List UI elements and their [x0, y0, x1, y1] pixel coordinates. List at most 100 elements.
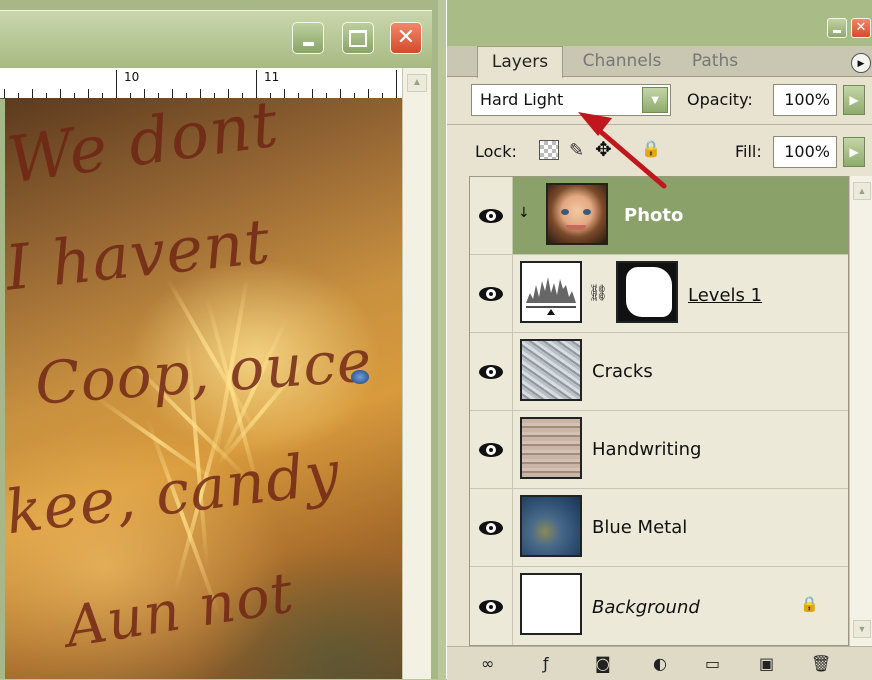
ruler-tick: [116, 70, 117, 98]
palette-divider: [447, 124, 872, 125]
ruler-number: 10: [124, 70, 140, 84]
clipping-arrow-icon: ↓: [518, 205, 530, 221]
layers-bottom-toolbar: ∞ ƒ ◙ ◐ ▭ ▣ 🗑: [447, 646, 872, 680]
ruler-tick: [88, 89, 89, 98]
layer-mask-thumbnail[interactable]: [616, 261, 678, 323]
delete-layer-icon[interactable]: 🗑: [811, 655, 831, 673]
layer-thumbnail-background: [520, 573, 582, 635]
eye-icon: [479, 286, 503, 301]
ruler-tick: [32, 89, 33, 98]
layer-row-background[interactable]: Background 🔒: [470, 567, 848, 645]
fill-label: Fill:: [735, 142, 762, 161]
document-vertical-scrollbar[interactable]: ▲: [402, 68, 431, 679]
add-mask-icon[interactable]: ◙: [595, 655, 611, 673]
palette-close-button[interactable]: ✕: [851, 18, 871, 38]
adjustment-layer-icon[interactable]: ◐: [653, 655, 667, 673]
lock-transparency-icon[interactable]: [539, 140, 559, 160]
canvas-handwriting: We dont: [5, 98, 284, 199]
maximize-button[interactable]: [342, 22, 374, 54]
visibility-toggle[interactable]: [470, 489, 513, 566]
visibility-toggle[interactable]: [470, 411, 513, 488]
tab-channels[interactable]: Channels: [569, 46, 675, 76]
ruler-tick: [312, 89, 313, 98]
opacity-label: Opacity:: [687, 90, 753, 109]
new-group-icon[interactable]: ▭: [705, 655, 720, 673]
layer-row-levels[interactable]: ⛓ Levels 1: [470, 255, 848, 333]
document-window: ✕ 10 11 ▲ We dont I havent Coop, ouce ke…: [0, 0, 438, 679]
ruler-tick: [144, 89, 145, 98]
chain-link-icon[interactable]: ⛓: [588, 283, 608, 302]
opacity-slider-arrow-icon[interactable]: ▶: [843, 85, 865, 115]
layer-name: Levels 1: [688, 285, 763, 306]
ruler-tick: [340, 89, 341, 98]
lock-position-icon[interactable]: ✥: [595, 140, 615, 160]
eye-icon: [479, 208, 503, 223]
lock-icon: 🔒: [800, 596, 819, 613]
ruler-tick: [200, 89, 201, 98]
layer-name: Photo: [624, 205, 684, 226]
visibility-toggle[interactable]: [470, 177, 513, 254]
visibility-toggle[interactable]: [470, 567, 513, 645]
palette-menu-icon[interactable]: ▶: [851, 53, 871, 73]
fill-input[interactable]: 100%: [773, 136, 837, 168]
layer-row-cracks[interactable]: Cracks: [470, 333, 848, 411]
layer-name: Background: [592, 597, 700, 618]
horizontal-ruler[interactable]: 10 11: [0, 68, 402, 99]
ruler-tick: [256, 70, 257, 98]
layers-palette: ✕ Layers Channels Paths ▶ Hard Light ▼ O…: [446, 0, 872, 680]
canvas-handwriting: I havent: [5, 204, 274, 305]
ruler-tick: [4, 89, 5, 98]
eye-icon: [479, 600, 503, 614]
blend-mode-dropdown[interactable]: Hard Light ▼: [471, 84, 671, 116]
layer-thumbnail-cracks: [520, 339, 582, 401]
image-canvas[interactable]: We dont I havent Coop, ouce kee, candy A…: [5, 98, 402, 679]
layer-style-icon[interactable]: ƒ: [543, 655, 549, 673]
visibility-toggle[interactable]: [470, 333, 513, 410]
lock-all-icon[interactable]: 🔒: [641, 140, 661, 160]
layers-list: ↓ Photo ⛓ Levels 1 Cracks Handwriting Bl…: [469, 176, 849, 646]
layer-row-photo[interactable]: ↓ Photo: [470, 177, 848, 255]
lock-label: Lock:: [475, 142, 517, 161]
ruler-tick: [284, 89, 285, 98]
scroll-up-arrow-icon[interactable]: ▲: [407, 74, 427, 92]
minimize-icon: [833, 30, 841, 33]
levels-adjustment-icon: [520, 261, 582, 323]
close-icon: ✕: [396, 25, 416, 50]
canvas-handwriting: Coop, ouce: [33, 326, 375, 418]
link-layers-icon[interactable]: ∞: [481, 655, 494, 673]
scroll-up-arrow-icon[interactable]: ▲: [853, 182, 871, 200]
fill-slider-arrow-icon[interactable]: ▶: [843, 137, 865, 167]
layer-name: Cracks: [592, 361, 653, 382]
layer-row-handwriting[interactable]: Handwriting: [470, 411, 848, 489]
eye-icon: [479, 520, 503, 535]
tab-layers[interactable]: Layers: [477, 46, 563, 78]
layer-thumbnail-blue-metal: [520, 495, 582, 557]
layers-scrollbar[interactable]: ▲ ▼: [849, 176, 872, 646]
lock-image-pixels-icon[interactable]: ✎: [569, 140, 589, 160]
palette-titlebar: [447, 0, 872, 46]
layer-name: Handwriting: [592, 439, 702, 460]
tab-paths[interactable]: Paths: [677, 46, 753, 76]
minimize-button[interactable]: [292, 22, 324, 54]
palette-minimize-button[interactable]: [827, 18, 847, 38]
visibility-toggle[interactable]: [470, 255, 513, 332]
ruler-tick: [172, 89, 173, 98]
ruler-tick: [396, 70, 397, 98]
eye-icon: [479, 442, 503, 457]
opacity-input[interactable]: 100%: [773, 84, 837, 116]
layer-thumbnail-photo: [546, 183, 608, 245]
eye-icon: [479, 364, 503, 379]
maximize-icon: [349, 29, 367, 47]
layer-row-blue-metal[interactable]: Blue Metal: [470, 489, 848, 567]
ruler-number: 11: [264, 70, 280, 84]
new-layer-icon[interactable]: ▣: [759, 655, 774, 673]
ruler-tick: [228, 89, 229, 98]
scroll-down-arrow-icon[interactable]: ▼: [853, 620, 871, 638]
chevron-down-icon[interactable]: ▼: [642, 87, 668, 113]
palette-tabs: Layers Channels Paths: [447, 46, 872, 78]
ruler-tick: [60, 89, 61, 98]
layer-name: Blue Metal: [592, 517, 688, 538]
minimize-icon: [302, 42, 314, 46]
close-button[interactable]: ✕: [390, 22, 422, 54]
blue-metal-spot: [351, 370, 369, 384]
